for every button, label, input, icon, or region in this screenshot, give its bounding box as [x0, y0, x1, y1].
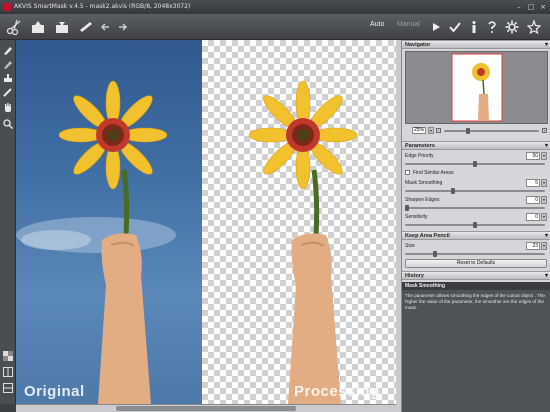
pencil-size-spinner[interactable]: ▾: [541, 242, 547, 250]
original-image-view[interactable]: Original: [16, 40, 202, 404]
info-icon[interactable]: [468, 17, 480, 37]
mode-auto-tab[interactable]: Auto: [370, 21, 384, 28]
history-title: History: [405, 273, 424, 279]
help-heading: Mask Smoothing: [402, 282, 550, 290]
scissors-icon[interactable]: [4, 17, 24, 37]
mode-manual-tab[interactable]: Manual: [397, 21, 420, 28]
processing-image-view[interactable]: Processing: [202, 40, 396, 404]
akvis-icon[interactable]: [526, 17, 542, 37]
single-view-icon[interactable]: [2, 382, 14, 394]
sensitivity-input[interactable]: 0: [526, 213, 540, 221]
pencil-size-knob[interactable]: [433, 251, 437, 257]
magic-tube-icon[interactable]: [2, 86, 14, 98]
mask-smoothing-slider[interactable]: [405, 190, 545, 192]
sharpen-edges-knob[interactable]: [405, 205, 409, 211]
zoom-icon[interactable]: [2, 118, 14, 130]
forward-icon[interactable]: [116, 17, 130, 37]
help-icon[interactable]: [486, 17, 498, 37]
mask-smoothing-spinner[interactable]: ▾: [541, 179, 547, 187]
drop-pencil-icon[interactable]: [2, 58, 14, 70]
sharpen-edges-input[interactable]: 0: [526, 196, 540, 204]
keep-pencil-icon[interactable]: [2, 44, 14, 56]
edge-priority-input[interactable]: 50: [526, 152, 540, 160]
parameters-header[interactable]: Parameters ▾: [402, 141, 550, 150]
zoom-slider[interactable]: [444, 130, 539, 132]
chevron-down-icon: ▾: [544, 233, 548, 239]
pencil-size-input[interactable]: 23: [526, 242, 540, 250]
zoom-in-icon[interactable]: +: [542, 128, 547, 133]
mask-smoothing-input[interactable]: 5: [526, 179, 540, 187]
apply-icon[interactable]: [448, 17, 462, 37]
play-icon[interactable]: [430, 17, 442, 37]
processed-photo: [248, 80, 358, 404]
edge-priority-spinner[interactable]: ▾: [541, 152, 547, 160]
zoom-field[interactable]: 25%: [412, 127, 426, 134]
checker-view-icon[interactable]: [2, 350, 14, 362]
edge-priority-knob[interactable]: [473, 161, 477, 167]
pencil-size-slider[interactable]: [405, 253, 545, 255]
zoom-dropdown-button[interactable]: ▾: [428, 127, 434, 134]
history-header[interactable]: History ▾: [402, 271, 550, 280]
maximize-button[interactable]: □: [526, 3, 536, 11]
settings-icon[interactable]: [505, 17, 519, 37]
chevron-down-icon: ▾: [544, 143, 548, 149]
reset-defaults-button[interactable]: Reset to Defaults: [405, 259, 547, 268]
navigator-preview[interactable]: [405, 51, 548, 124]
close-button[interactable]: ×: [538, 3, 548, 11]
settings-panel: Navigator ▾ 25% ▾ − + Parameters ▾ Edge …: [401, 40, 550, 412]
split-view-icon[interactable]: [2, 366, 14, 378]
sharpen-edges-slider[interactable]: [405, 207, 545, 209]
zoom-slider-knob[interactable]: [466, 128, 470, 134]
help-text: The parameter allows smoothing the edges…: [405, 293, 545, 310]
chevron-down-icon: ▾: [544, 42, 548, 48]
zoom-out-icon[interactable]: −: [436, 128, 441, 133]
title-bar: AKVIS SmartMask v.4.5 - mask2.akvis (RGB…: [0, 0, 550, 14]
navigator-title: Navigator: [405, 42, 431, 48]
mask-smoothing-knob[interactable]: [451, 188, 455, 194]
processing-label: Processing: [294, 383, 380, 400]
find-similar-checkbox[interactable]: [405, 170, 410, 175]
navigator-thumbnail: [451, 53, 503, 122]
original-photo: [16, 80, 176, 404]
toolbar: Auto Manual: [0, 14, 550, 40]
app-icon: [3, 3, 11, 11]
keep-pencil-title: Keep Area Pencil: [405, 233, 450, 239]
sensitivity-knob[interactable]: [473, 222, 477, 228]
navigator-header[interactable]: Navigator ▾: [402, 40, 550, 49]
sensitivity-label: Sensitivity: [405, 214, 428, 220]
scroll-thumb[interactable]: [116, 406, 296, 411]
mask-smoothing-label: Mask Smoothing: [405, 180, 443, 186]
save-icon[interactable]: [52, 17, 72, 37]
chevron-down-icon: ▾: [544, 273, 548, 279]
minimize-button[interactable]: –: [514, 3, 524, 11]
pencil-size-label: Size: [405, 243, 415, 249]
sharpen-edges-spinner[interactable]: ▾: [541, 196, 547, 204]
help-area: Mask Smoothing The parameter allows smoo…: [402, 282, 550, 412]
keep-pencil-header[interactable]: Keep Area Pencil ▾: [402, 231, 550, 240]
edge-priority-label: Edge Priority: [405, 153, 434, 159]
original-label: Original: [24, 383, 85, 400]
eraser-icon[interactable]: [2, 72, 14, 84]
horizontal-scrollbar[interactable]: [16, 404, 396, 412]
tool-strip: [0, 40, 16, 404]
sharpen-edges-label: Sharpen Edges: [405, 197, 440, 203]
brush-settings-icon[interactable]: [76, 17, 96, 37]
parameters-title: Parameters: [405, 143, 435, 149]
open-icon[interactable]: [28, 17, 48, 37]
back-icon[interactable]: [98, 17, 112, 37]
sensitivity-spinner[interactable]: ▾: [541, 213, 547, 221]
hand-icon[interactable]: [2, 102, 14, 114]
window-title: AKVIS SmartMask v.4.5 - mask2.akvis (RGB…: [14, 3, 191, 10]
smartmask-window: AKVIS SmartMask v.4.5 - mask2.akvis (RGB…: [0, 0, 550, 412]
find-similar-label: Find Similar Areas: [413, 170, 454, 176]
